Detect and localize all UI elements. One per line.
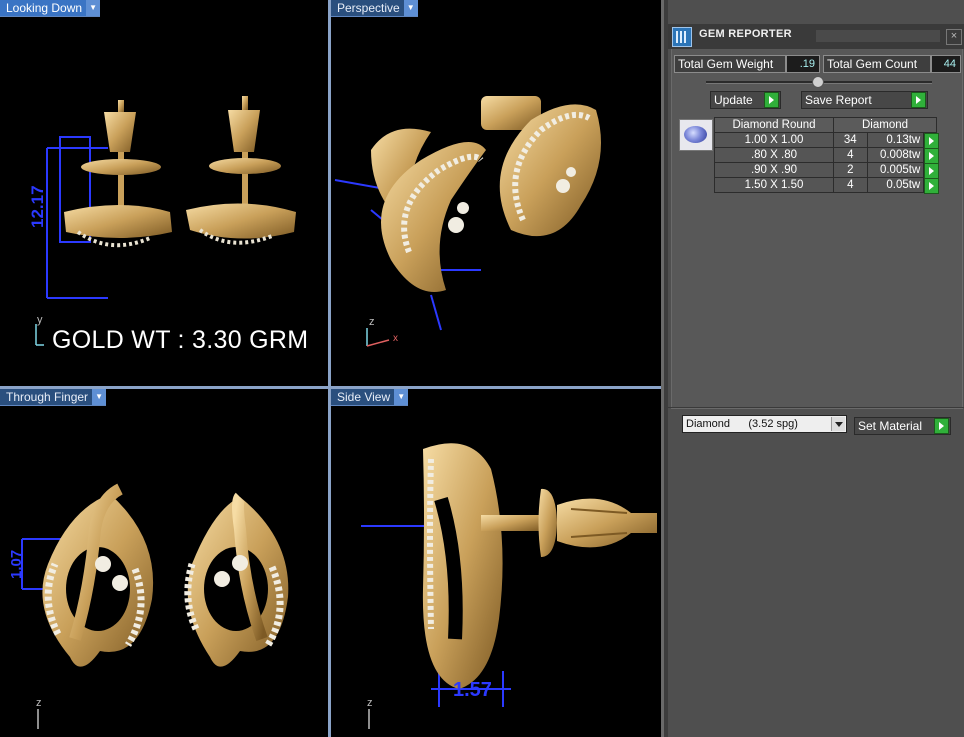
panel-divider <box>668 407 964 408</box>
axis-label-z: z <box>369 316 375 328</box>
gem-reporter-icon <box>672 27 692 47</box>
gem-weight: 0.008tw <box>866 147 925 163</box>
chevron-down-icon[interactable]: ▼ <box>92 389 107 405</box>
column-header-material: Diamond <box>833 117 937 133</box>
earrings-perspective-render <box>334 96 601 347</box>
gem-reporter-panel: GEM REPORTER × Total Gem Weight .19 Tota… <box>668 0 964 737</box>
set-material-button[interactable]: Set Material <box>854 417 951 435</box>
table-header-row: Diamond Round Diamond <box>714 117 937 133</box>
dimension-label: 1.07 <box>8 549 25 579</box>
chevron-down-icon[interactable]: ▼ <box>394 389 409 405</box>
table-row: .90 X .90 2 0.005tw <box>714 162 940 179</box>
axis-label-x: x <box>393 333 398 344</box>
row-play-icon[interactable] <box>923 147 940 164</box>
viewport-looking-down[interactable]: Looking Down ▼ 12.17 y GOLD WT : 3.30 GR… <box>0 0 328 386</box>
save-report-button[interactable]: Save Report <box>801 91 928 109</box>
play-icon <box>911 92 926 108</box>
viewport-label[interactable]: Through Finger ▼ <box>0 389 107 406</box>
panel-title: GEM REPORTER <box>699 28 792 40</box>
row-play-icon[interactable] <box>923 177 940 194</box>
viewport-through-finger[interactable]: Through Finger ▼ 1.07 z <box>0 389 328 737</box>
table-row: .80 X .80 4 0.008tw <box>714 147 940 164</box>
gem-table: Diamond Round Diamond 1.00 X 1.00 34 0.1… <box>714 117 940 194</box>
chevron-down-icon[interactable]: ▼ <box>403 0 418 16</box>
viewport-label[interactable]: Perspective ▼ <box>331 0 418 17</box>
axis-label: z <box>367 697 373 709</box>
title-strip <box>816 30 940 42</box>
axis-label: y <box>37 314 43 326</box>
play-icon <box>934 418 949 434</box>
dimension-label: 1.57 <box>453 679 492 701</box>
update-button[interactable]: Update <box>710 91 781 109</box>
total-gem-count-value: 44 <box>931 55 961 73</box>
total-gem-count-label: Total Gem Count <box>823 55 931 73</box>
play-icon <box>764 92 779 108</box>
gem-weight: 0.13tw <box>866 132 925 148</box>
dimension-label: 12.17 <box>28 185 47 228</box>
gem-weight: 0.05tw <box>866 177 925 193</box>
viewport-side-view[interactable]: Side View ▼ 1.57 z <box>331 389 661 737</box>
total-gem-weight-label: Total Gem Weight <box>674 55 786 73</box>
slider-handle[interactable] <box>812 76 824 88</box>
earring-side-render <box>361 443 657 729</box>
gem-count: 4 <box>833 177 868 193</box>
table-row: 1.00 X 1.00 34 0.13tw <box>714 132 940 149</box>
chevron-down-icon[interactable]: ▼ <box>86 0 101 16</box>
gem-weight: 0.005tw <box>866 162 925 178</box>
total-gem-weight-value: .19 <box>786 55 820 73</box>
axis-label: z <box>36 697 42 709</box>
earrings-top-render <box>21 483 289 729</box>
gem-count: 2 <box>833 162 868 178</box>
panel-title-bar[interactable]: GEM REPORTER × <box>668 24 964 49</box>
column-header-shape: Diamond Round <box>714 117 834 133</box>
viewport-label[interactable]: Looking Down ▼ <box>0 0 101 17</box>
viewport-perspective[interactable]: Perspective ▼ z x <box>331 0 661 386</box>
viewport-divider <box>661 0 664 737</box>
table-row: 1.50 X 1.50 4 0.05tw <box>714 177 940 194</box>
gem-size: 1.00 X 1.00 <box>714 132 834 148</box>
gem-size: .80 X .80 <box>714 147 834 163</box>
row-play-icon[interactable] <box>923 132 940 149</box>
viewport-label[interactable]: Side View ▼ <box>331 389 409 406</box>
material-select[interactable]: Diamond (3.52 spg) <box>682 415 847 433</box>
gem-size: .90 X .90 <box>714 162 834 178</box>
gem-count: 34 <box>833 132 868 148</box>
diamond-gem-icon <box>679 119 713 151</box>
row-play-icon[interactable] <box>923 162 940 179</box>
close-icon[interactable]: × <box>946 29 962 45</box>
gem-count: 4 <box>833 147 868 163</box>
chevron-down-icon[interactable] <box>831 417 845 431</box>
gem-size: 1.50 X 1.50 <box>714 177 834 193</box>
gold-weight-text: GOLD WT : 3.30 GRM <box>52 326 309 354</box>
